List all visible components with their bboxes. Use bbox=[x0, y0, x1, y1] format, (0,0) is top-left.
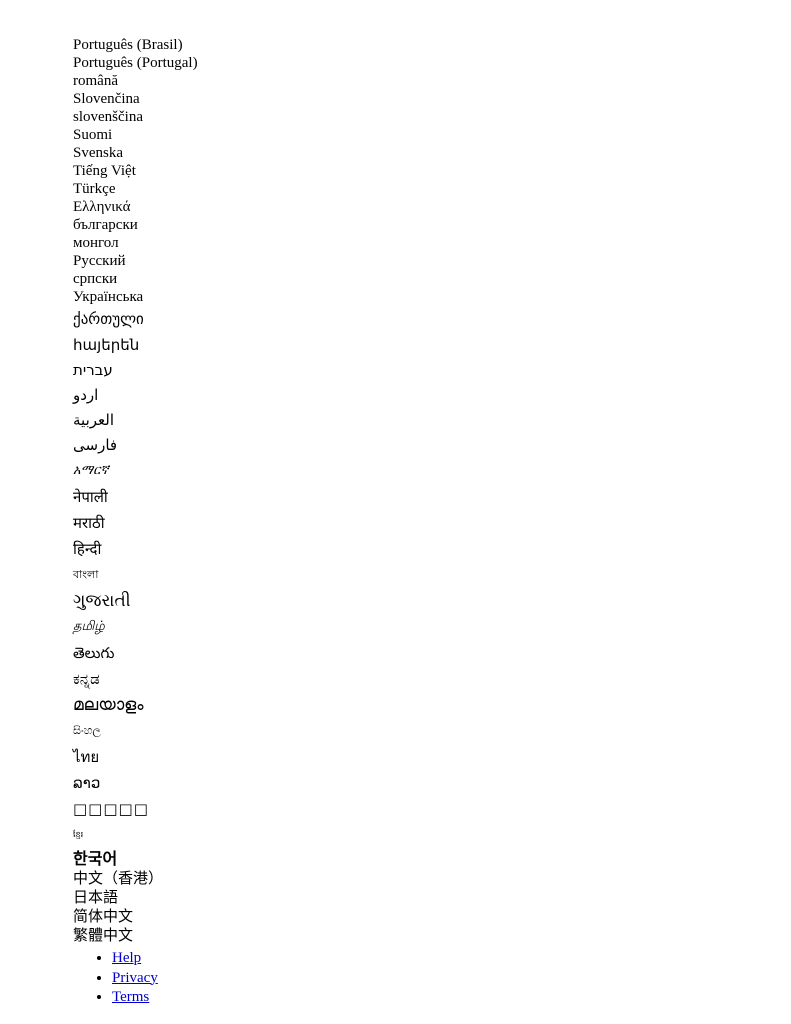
footer-list-item: Terms bbox=[112, 988, 791, 1008]
language-option[interactable]: Português (Portugal) bbox=[73, 54, 791, 72]
language-option[interactable]: slovenščina bbox=[73, 108, 791, 126]
language-option[interactable]: 简体中文 bbox=[73, 907, 791, 926]
language-option[interactable]: हिन्दी bbox=[73, 536, 791, 562]
language-option[interactable]: ગુજરાતી bbox=[73, 588, 791, 614]
language-option[interactable]: Svenska bbox=[73, 144, 791, 162]
language-option[interactable]: ไทย bbox=[73, 744, 791, 770]
help-link[interactable]: Help bbox=[112, 950, 141, 966]
language-option[interactable]: Slovenčina bbox=[73, 90, 791, 108]
document-page: Português (Brasil) Português (Portugal) ro… bbox=[0, 0, 791, 1024]
language-option[interactable]: فارسی bbox=[73, 433, 791, 458]
language-option[interactable]: العربية bbox=[73, 408, 791, 433]
terms-link[interactable]: Terms bbox=[112, 989, 149, 1005]
language-option[interactable]: සිංහල bbox=[73, 718, 791, 744]
language-option[interactable]: ქართული bbox=[73, 306, 791, 332]
language-option[interactable]: አማርኛ bbox=[73, 458, 791, 484]
language-option[interactable]: română bbox=[73, 72, 791, 90]
language-option[interactable]: 中文（香港） bbox=[73, 869, 791, 888]
language-option[interactable]: मराठी bbox=[73, 510, 791, 536]
footer-list-item: Help bbox=[112, 949, 791, 969]
language-option[interactable]: հայերեն bbox=[73, 332, 791, 358]
language-option[interactable]: монгол bbox=[73, 234, 791, 252]
language-option[interactable]: ខ្មែរ bbox=[73, 822, 791, 848]
language-option[interactable]: Português (Brasil) bbox=[73, 36, 791, 54]
privacy-link[interactable]: Privacy bbox=[112, 970, 158, 986]
language-option[interactable]: 한국어 bbox=[73, 848, 791, 869]
language-option[interactable]: Русский bbox=[73, 252, 791, 270]
language-option[interactable]: മലയാളം bbox=[73, 692, 791, 718]
language-option[interactable]: বাংলা bbox=[73, 562, 791, 588]
language-option[interactable]: ಕನ್ನಡ bbox=[73, 666, 791, 692]
language-option[interactable]: ລາວ bbox=[73, 770, 791, 796]
language-option[interactable]: Tiếng Việt bbox=[73, 162, 791, 180]
language-option[interactable]: Ελληνικά bbox=[73, 198, 791, 216]
language-option[interactable]: 日本語 bbox=[73, 888, 791, 907]
language-option[interactable]: □□□□□ bbox=[73, 796, 791, 822]
language-option[interactable]: Suomi bbox=[73, 126, 791, 144]
language-option[interactable]: தமிழ் bbox=[73, 614, 791, 640]
language-list: Português (Brasil) Português (Portugal) ro… bbox=[0, 36, 791, 945]
footer-list-item: Privacy bbox=[112, 969, 791, 989]
language-option[interactable]: తెలుగు bbox=[73, 640, 791, 666]
language-option[interactable]: Türkçe bbox=[73, 180, 791, 198]
language-option[interactable]: नेपाली bbox=[73, 484, 791, 510]
language-option[interactable]: Українська bbox=[73, 288, 791, 306]
language-option[interactable]: 繁體中文 bbox=[73, 926, 791, 945]
language-option[interactable]: اردو bbox=[73, 383, 791, 408]
footer-link-list: Help Privacy Terms bbox=[0, 949, 791, 1008]
language-option[interactable]: српски bbox=[73, 270, 791, 288]
language-option[interactable]: עברית bbox=[73, 358, 791, 383]
language-option[interactable]: български bbox=[73, 216, 791, 234]
